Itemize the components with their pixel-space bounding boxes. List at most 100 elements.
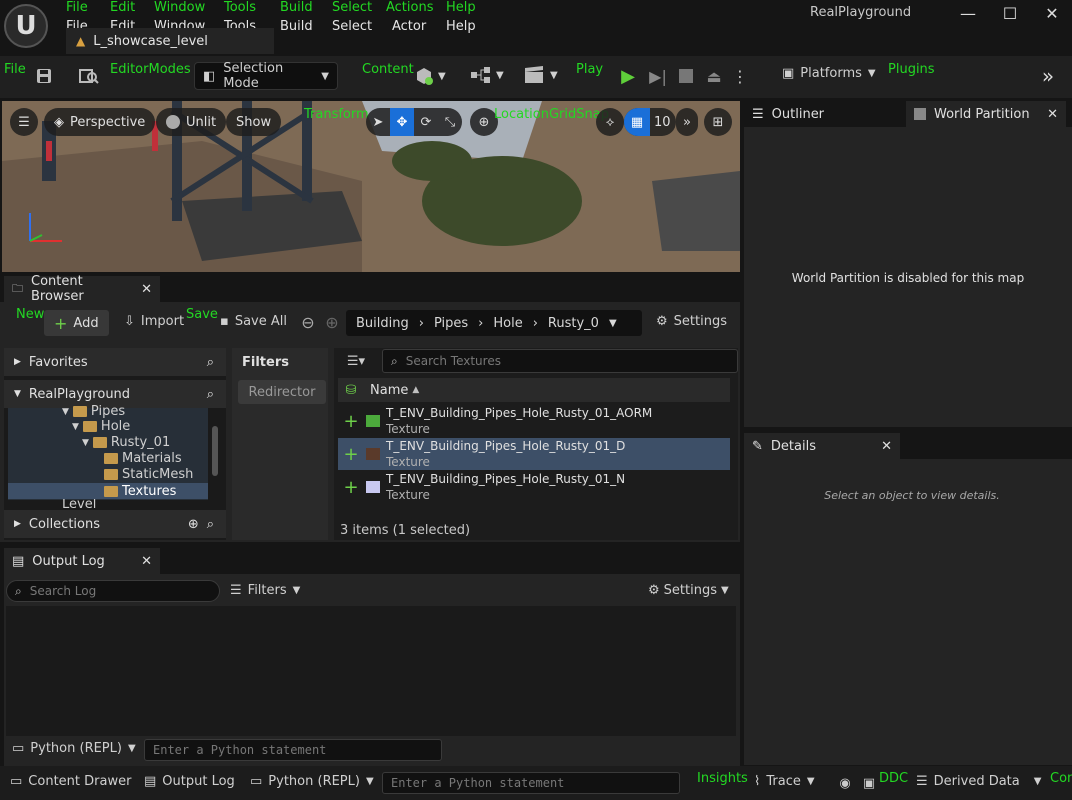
asset-row[interactable]: + T_ENV_Building_Pipes_Hole_Rusty_01_D T… [338, 438, 730, 470]
browse-icon[interactable] [78, 66, 100, 86]
tree-item-staticmesh[interactable]: StaticMesh [104, 467, 193, 482]
show-button[interactable]: Show [226, 108, 282, 136]
asset-row[interactable]: + T_ENV_Building_Pipes_Hole_Rusty_01_N T… [338, 471, 730, 503]
back-icon[interactable]: ⊖ [298, 312, 318, 332]
save-all-button[interactable]: ▪ Save All [220, 314, 287, 329]
view-mode-button[interactable]: Unlit [156, 108, 227, 136]
statusbar-python-input[interactable]: Enter a Python statement [382, 772, 680, 794]
tree-item-level[interactable]: Level [62, 499, 96, 509]
filter-chip-redirector[interactable]: Redirector [238, 380, 326, 404]
search-icon[interactable]: ⌕ [207, 517, 214, 532]
add-collection-icon[interactable]: ⊕ [188, 517, 199, 532]
collections-section[interactable]: ▶ Collections ⊕ ⌕ [4, 510, 226, 538]
tree-item-pipes[interactable]: ▼ Pipes [62, 404, 125, 419]
minimize-icon[interactable]: — [948, 2, 988, 24]
more-options-icon[interactable]: ⋮ [730, 64, 750, 88]
add-content-button[interactable]: ▼ [414, 66, 446, 86]
cinematics-button[interactable]: ▼ [524, 66, 558, 84]
tree-item-materials[interactable]: Materials [104, 451, 182, 466]
content-browser-title: Content Browser [31, 274, 84, 304]
column-name[interactable]: Name [370, 383, 408, 398]
selection-mode-dropdown[interactable]: ◧ Selection Mode ▼ [194, 61, 338, 91]
close-icon[interactable]: ✕ [1032, 2, 1072, 24]
asset-row[interactable]: + T_ENV_Building_Pipes_Hole_Rusty_01_AOR… [338, 405, 730, 437]
grid-size-value[interactable]: 10 [650, 115, 671, 130]
level-tab-label: L_showcase_level [93, 33, 208, 49]
expand-toolbar-icon[interactable]: » [1036, 64, 1060, 88]
close-icon[interactable]: ✕ [881, 439, 892, 454]
source-control-icon[interactable]: ◉ [836, 774, 854, 792]
play-icon[interactable]: ▶ [616, 64, 640, 88]
menu-build[interactable]: Build [280, 19, 313, 34]
viewport-menu-icon[interactable]: ☰ [10, 108, 38, 136]
close-icon[interactable]: ✕ [141, 554, 152, 569]
more-snap-icon[interactable]: » [676, 108, 698, 136]
eject-icon[interactable]: ⏏ [702, 64, 726, 88]
save-icon[interactable] [34, 66, 54, 86]
statusbar-python-dropdown[interactable]: ▭ Python (REPL) ▼ [250, 774, 374, 789]
step-icon[interactable]: ▶| [646, 64, 670, 88]
menu-help[interactable]: Help [446, 19, 476, 34]
tab-details[interactable]: ✎ Details ✕ [744, 433, 900, 459]
viewport-layout-icon[interactable]: ⊞ [704, 108, 732, 136]
level-tab[interactable]: ▲ L_showcase_level [66, 28, 274, 54]
stop-icon[interactable] [674, 64, 698, 88]
import-button[interactable]: ⇩ Import [124, 314, 184, 329]
unreal-logo-icon[interactable]: U [4, 4, 48, 48]
breadcrumb-item[interactable]: Hole [493, 316, 522, 331]
tab-content-browser[interactable]: 🗀 Content Browser ✕ [4, 274, 160, 304]
surface-snap-icon[interactable]: ⟡ [596, 108, 624, 136]
breadcrumb-item[interactable]: Pipes [434, 316, 468, 331]
grid-snap-control[interactable]: ▦ 10 [624, 108, 676, 136]
platforms-dropdown[interactable]: ▣ Platforms ▼ [782, 66, 876, 81]
close-icon[interactable]: ✕ [1047, 107, 1058, 122]
menu-select[interactable]: Select [332, 19, 372, 34]
derived-data-dropdown[interactable]: ☰ Derived Data ▼ [916, 774, 1041, 789]
filter-icon[interactable]: ☰▾ [338, 350, 374, 372]
revision-icon[interactable]: ▣ [860, 774, 878, 792]
blueprints-button[interactable]: ▼ [470, 66, 504, 84]
tab-world-partition[interactable]: World Partition ✕ [906, 101, 1066, 127]
search-icon[interactable]: ⌕ [207, 387, 214, 402]
tree-scrollbar[interactable] [212, 426, 218, 476]
rotate-tool-icon[interactable]: ⟳ [414, 108, 438, 136]
search-log-field[interactable]: ⌕ Search Log [6, 580, 220, 602]
tree-item-textures[interactable]: Textures [8, 483, 208, 499]
add-button[interactable]: + Add [44, 310, 109, 336]
log-filters-button[interactable]: ☰ Filters ▼ [230, 583, 300, 598]
grid-snap-icon[interactable]: ▦ [624, 108, 650, 136]
select-tool-icon[interactable]: ➤ [366, 108, 390, 136]
cb-settings-button[interactable]: ⚙ Settings [656, 314, 727, 329]
scale-tool-icon[interactable]: ⤡ [438, 108, 462, 136]
log-output-area[interactable] [6, 606, 736, 736]
source-control-icon[interactable]: ⛁ [338, 383, 364, 398]
python-input[interactable]: Enter a Python statement [144, 739, 442, 761]
tab-outliner[interactable]: ☰ Outliner [744, 101, 904, 127]
chevron-down-icon[interactable]: ▼ [609, 318, 617, 329]
search-textures-field[interactable]: ⌕ Search Textures [382, 349, 738, 373]
transform-tools: ➤ ✥ ⟳ ⤡ [366, 108, 462, 136]
perspective-button[interactable]: ◈ Perspective [44, 108, 156, 136]
chevron-down-icon: ▼ [806, 776, 815, 787]
menu-actor[interactable]: Actor [392, 19, 426, 34]
breadcrumb-item[interactable]: Building [356, 316, 409, 331]
close-icon[interactable]: ✕ [141, 282, 152, 297]
asset-type: Texture [386, 422, 430, 436]
breadcrumb-item[interactable]: Rusty_0 [548, 316, 599, 331]
folder-icon [104, 469, 118, 480]
log-settings-button[interactable]: ⚙ Settings ▼ [648, 583, 729, 598]
search-icon[interactable]: ⌕ [207, 355, 214, 370]
forward-icon[interactable]: ⊕ [322, 312, 342, 332]
tree-item-hole[interactable]: ▼ Hole [72, 419, 130, 434]
maximize-icon[interactable]: ☐ [990, 2, 1030, 24]
python-mode-dropdown[interactable]: ▭ Python (REPL) ▼ [12, 741, 136, 756]
trace-dropdown[interactable]: ⌇ Trace ▼ [754, 774, 815, 789]
tree-item-rusty-01[interactable]: ▼ Rusty_01 [82, 435, 170, 450]
content-drawer-button[interactable]: ▭ Content Drawer [10, 774, 131, 789]
world-partition-message: World Partition is disabled for this map [791, 271, 1025, 285]
overlay-editor-modes: EditorModes [110, 62, 191, 77]
tab-output-log[interactable]: ▤ Output Log ✕ [4, 548, 160, 574]
translate-tool-icon[interactable]: ✥ [390, 108, 414, 136]
output-log-button[interactable]: ▤ Output Log [144, 774, 235, 789]
favorites-section[interactable]: ▶ Favorites ⌕ [4, 348, 226, 376]
